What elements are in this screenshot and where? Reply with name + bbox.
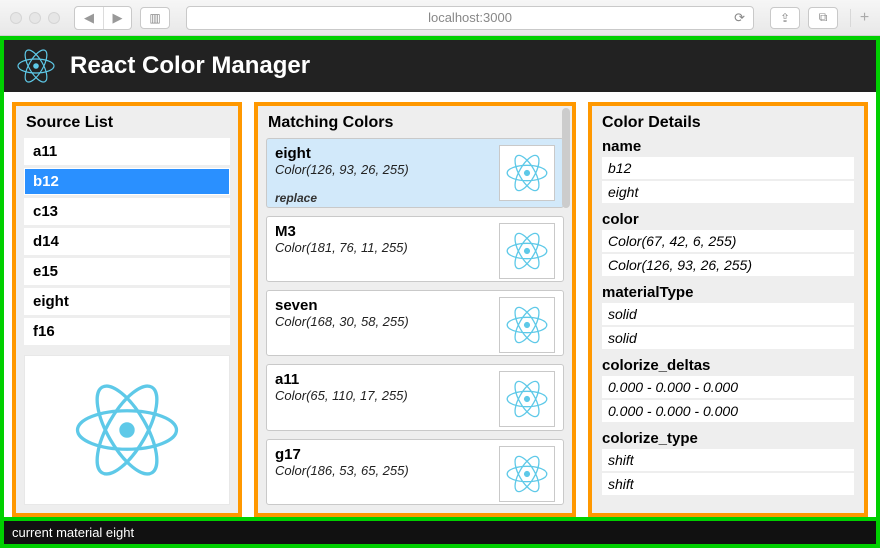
details-panel-title: Color Details (592, 106, 864, 138)
source-item[interactable]: b12 (24, 168, 230, 195)
match-card[interactable]: sevenColor(168, 30, 58, 255) (266, 290, 564, 356)
nav-buttons: ◀ ▶ (74, 6, 132, 30)
react-logo-icon (16, 46, 56, 86)
match-card[interactable]: a11Color(65, 110, 17, 255) (266, 364, 564, 430)
match-card[interactable]: M3Color(181, 76, 11, 255) (266, 216, 564, 282)
source-panel-title: Source List (16, 106, 238, 138)
thumb-icon (505, 229, 549, 273)
window-controls (10, 12, 60, 24)
match-color: Color(126, 93, 26, 255) (275, 162, 491, 177)
match-color: Color(186, 53, 65, 255) (275, 463, 491, 478)
details-body: name b12eight color Color(67, 42, 6, 255)Co… (592, 138, 864, 513)
detail-value: Color(67, 42, 6, 255) (602, 230, 854, 254)
app-header: React Color Manager (4, 40, 876, 92)
detail-label: colorize_type (602, 430, 854, 447)
thumb-icon (505, 452, 549, 496)
detail-value: shift (602, 449, 854, 473)
match-name: g17 (275, 446, 491, 463)
max-dot[interactable] (48, 12, 60, 24)
back-button[interactable]: ◀ (75, 7, 103, 29)
main-area: Source List a11 b12 c13 d14 e15 eight f16 Matc… (4, 92, 876, 517)
detail-field: color Color(67, 42, 6, 255)Color(126, 93,… (602, 211, 854, 278)
detail-value: eight (602, 181, 854, 205)
matching-panel-title: Matching Colors (258, 106, 572, 138)
match-name: seven (275, 297, 491, 314)
detail-field: name b12eight (602, 138, 854, 205)
detail-label: materialType (602, 284, 854, 301)
match-name: a11 (275, 371, 491, 388)
source-panel: Source List a11 b12 c13 d14 e15 eight f16 (12, 102, 242, 517)
detail-field: colorize_deltas 0.000 - 0.000 - 0.0000.00… (602, 357, 854, 424)
detail-value: 0.000 - 0.000 - 0.000 (602, 400, 854, 424)
sidebar-toggle-button[interactable]: ▥ (140, 7, 170, 29)
forward-button[interactable]: ▶ (103, 7, 131, 29)
match-thumb (499, 446, 555, 502)
status-bar: current material eight (4, 517, 876, 544)
source-preview (24, 355, 230, 505)
detail-label: colorize_deltas (602, 357, 854, 374)
detail-value: solid (602, 327, 854, 351)
details-panel: Color Details name b12eight color Color(67,… (588, 102, 868, 517)
detail-value: Color(126, 93, 26, 255) (602, 254, 854, 278)
thumb-icon (505, 377, 549, 421)
browser-chrome: ◀ ▶ ▥ localhost:3000 ⟳ ⇪ ⧉ + (0, 0, 880, 36)
thumb-icon (505, 151, 549, 195)
scrollbar[interactable] (562, 108, 570, 208)
source-item[interactable]: c13 (24, 198, 230, 225)
thumb-icon (505, 303, 549, 347)
close-dot[interactable] (10, 12, 22, 24)
source-item[interactable]: e15 (24, 258, 230, 285)
detail-label: name (602, 138, 854, 155)
share-button[interactable]: ⇪ (770, 7, 800, 29)
source-item[interactable]: eight (24, 288, 230, 315)
min-dot[interactable] (29, 12, 41, 24)
tabs-button[interactable]: ⧉ (808, 7, 838, 29)
source-item[interactable]: d14 (24, 228, 230, 255)
match-name: M3 (275, 223, 491, 240)
app-title: React Color Manager (70, 52, 310, 80)
source-item[interactable]: a11 (24, 138, 230, 165)
detail-value: b12 (602, 157, 854, 181)
match-card[interactable]: g17Color(186, 53, 65, 255) (266, 439, 564, 505)
match-color: Color(181, 76, 11, 255) (275, 240, 491, 255)
replace-action[interactable]: replace (275, 191, 491, 205)
detail-label: color (602, 211, 854, 228)
match-color: Color(168, 30, 58, 255) (275, 314, 491, 329)
matching-panel: Matching Colors eightColor(126, 93, 26, … (254, 102, 576, 517)
detail-field: materialType solidsolid (602, 284, 854, 351)
source-item[interactable]: f16 (24, 318, 230, 345)
match-list: eightColor(126, 93, 26, 255)replaceM3Col… (258, 138, 572, 513)
status-text: current material eight (12, 525, 134, 540)
match-thumb (499, 297, 555, 353)
preview-icon (72, 375, 182, 485)
detail-field: colorize_typeshiftshift (602, 430, 854, 497)
app-frame: React Color Manager Source List a11 b12 c1… (0, 36, 880, 548)
match-card[interactable]: eightColor(126, 93, 26, 255) replace (266, 138, 564, 208)
detail-value: shift (602, 473, 854, 497)
source-list: a11 b12 c13 d14 e15 eight f16 (16, 138, 238, 345)
url-bar[interactable]: localhost:3000 ⟳ (186, 6, 754, 30)
detail-value: 0.000 - 0.000 - 0.000 (602, 376, 854, 400)
match-thumb (499, 145, 555, 201)
match-thumb (499, 223, 555, 279)
url-text: localhost:3000 (428, 10, 512, 25)
match-thumb (499, 371, 555, 427)
reload-icon[interactable]: ⟳ (734, 10, 745, 26)
new-tab-button[interactable]: + (850, 9, 870, 27)
match-name: eight (275, 145, 491, 162)
match-color: Color(65, 110, 17, 255) (275, 388, 491, 403)
detail-value: solid (602, 303, 854, 327)
